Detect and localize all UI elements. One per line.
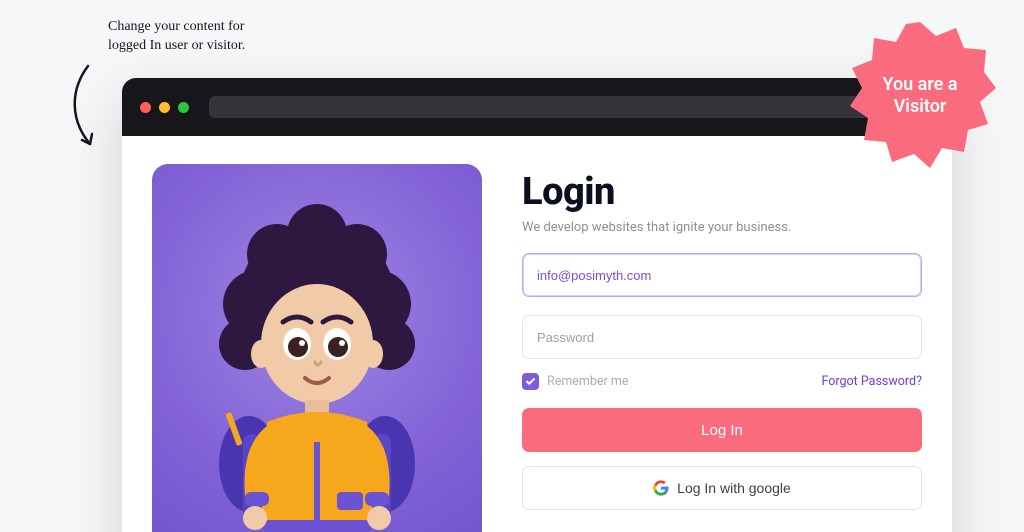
email-field[interactable] [522,253,922,297]
annotation-line2: logged In user or visitor. [108,38,245,53]
visitor-badge-text: You are a Visitor [870,74,970,119]
visitor-badge: You are a Visitor [844,20,996,172]
badge-line1: You are a [882,74,957,95]
forgot-password-link[interactable]: Forgot Password? [822,374,923,389]
google-icon [653,480,669,496]
login-panel: Login We develop websites that ignite yo… [522,164,922,532]
titlebar [122,78,952,136]
character-illustration [187,204,447,532]
annotation-line1: Change your content for [108,19,244,34]
close-icon[interactable] [140,102,151,113]
window-controls [140,102,189,113]
minimize-icon[interactable] [159,102,170,113]
checkbox-icon [522,373,539,390]
password-field[interactable] [522,315,922,359]
page-content: Login We develop websites that ignite yo… [122,136,952,532]
login-options-row: Remember me Forgot Password? [522,373,922,390]
remember-me-label: Remember me [547,374,628,389]
browser-window: Login We develop websites that ignite yo… [122,78,952,532]
page-subtitle: We develop websites that ignite your bus… [522,220,922,235]
handwritten-annotation: Change your content for logged In user o… [108,18,245,56]
badge-line2: Visitor [894,96,947,117]
address-bar[interactable] [209,96,934,118]
maximize-icon[interactable] [178,102,189,113]
arrow-icon [60,60,110,160]
login-button[interactable]: Log In [522,408,922,452]
login-with-google-button[interactable]: Log In with google [522,466,922,510]
page-title: Login [522,170,922,214]
google-button-label: Log In with google [677,480,791,496]
remember-me[interactable]: Remember me [522,373,628,390]
hero-illustration [152,164,482,532]
